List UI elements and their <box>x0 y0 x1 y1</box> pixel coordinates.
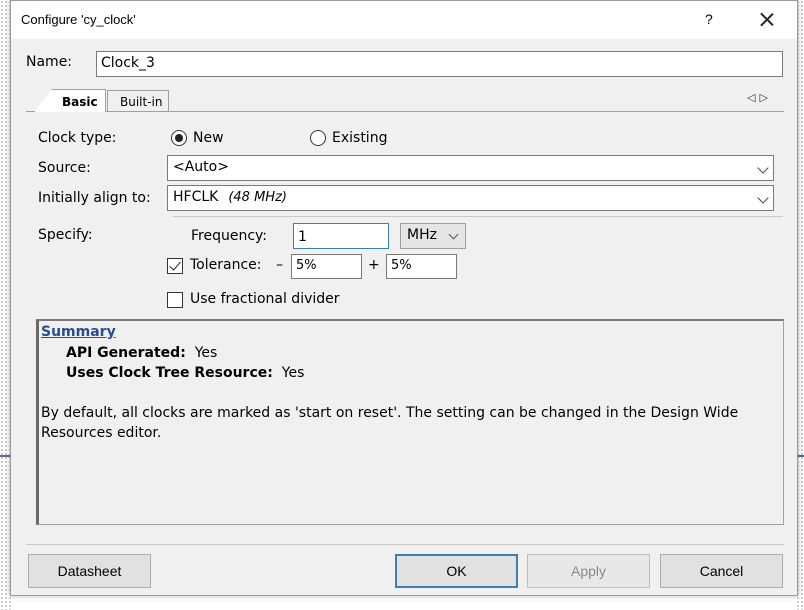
tab-strip-line <box>26 111 784 112</box>
button-separator <box>26 544 784 545</box>
source-value: <Auto> <box>173 159 229 175</box>
help-button[interactable]: ? <box>705 11 713 27</box>
summary-row: Uses Clock Tree Resource: Yes <box>66 365 304 381</box>
frequency-label: Frequency: <box>191 228 268 244</box>
tolerance-plus-sign: + <box>368 257 380 273</box>
name-label: Name: <box>26 54 73 70</box>
radio-new[interactable] <box>171 130 187 146</box>
summary-value: Yes <box>194 345 218 361</box>
ok-button[interactable]: OK <box>395 554 518 588</box>
close-icon[interactable] <box>755 8 779 32</box>
chevron-down-icon <box>757 192 769 204</box>
configure-dialog: Configure 'cy_clock' ? Name: Clock_3 Bas… <box>10 0 798 596</box>
source-label: Source: <box>38 160 91 176</box>
align-dropdown[interactable]: HFCLK (48 MHz) <box>167 185 774 211</box>
tab-scroll-arrows-icon[interactable]: ◁▷ <box>747 91 772 104</box>
frequency-unit-value: MHz <box>407 227 437 243</box>
tolerance-label: Tolerance: <box>190 257 262 273</box>
summary-value: Yes <box>281 365 305 381</box>
chevron-down-icon <box>757 162 769 174</box>
summary-key: Uses Clock Tree Resource: <box>66 365 273 381</box>
tab-built-in[interactable]: Built-in <box>107 90 169 111</box>
name-input[interactable]: Clock_3 <box>96 51 783 77</box>
align-value: HFCLK <box>173 189 219 205</box>
section-divider <box>173 216 783 217</box>
tolerance-minus-sign: – <box>276 257 283 273</box>
align-label: Initially align to: <box>38 190 151 206</box>
chevron-down-icon <box>448 229 459 240</box>
source-dropdown[interactable]: <Auto> <box>167 155 774 181</box>
background-band <box>0 455 10 457</box>
apply-button[interactable]: Apply <box>527 554 650 588</box>
frequency-unit-dropdown[interactable]: MHz <box>400 223 466 249</box>
title-bar: Configure 'cy_clock' ? <box>11 1 797 39</box>
summary-description: By default, all clocks are marked as 'st… <box>41 405 739 441</box>
frequency-input[interactable]: 1 <box>293 223 389 249</box>
specify-label: Specify: <box>38 227 93 243</box>
align-detail: (48 MHz) <box>228 190 287 205</box>
clock-type-label: Clock type: <box>38 130 117 146</box>
radio-existing[interactable] <box>310 130 326 146</box>
summary-row: API Generated: Yes <box>66 345 217 361</box>
datasheet-button[interactable]: Datasheet <box>28 554 151 588</box>
summary-panel: Summary API Generated: Yes Uses Clock Tr… <box>36 319 784 525</box>
radio-existing-label[interactable]: Existing <box>332 130 387 146</box>
fractional-divider-checkbox[interactable] <box>167 292 183 308</box>
dialog-title: Configure 'cy_clock' <box>21 12 136 27</box>
tolerance-plus-input[interactable]: 5% <box>386 254 457 279</box>
tolerance-minus-input[interactable]: 5% <box>291 254 362 279</box>
cancel-button[interactable]: Cancel <box>660 554 783 588</box>
summary-title: Summary <box>41 324 116 340</box>
fractional-divider-label[interactable]: Use fractional divider <box>190 291 340 307</box>
radio-new-label[interactable]: New <box>193 130 224 146</box>
tab-basic[interactable]: Basic <box>34 89 106 112</box>
tolerance-checkbox[interactable] <box>167 258 183 274</box>
summary-key: API Generated: <box>66 345 186 361</box>
